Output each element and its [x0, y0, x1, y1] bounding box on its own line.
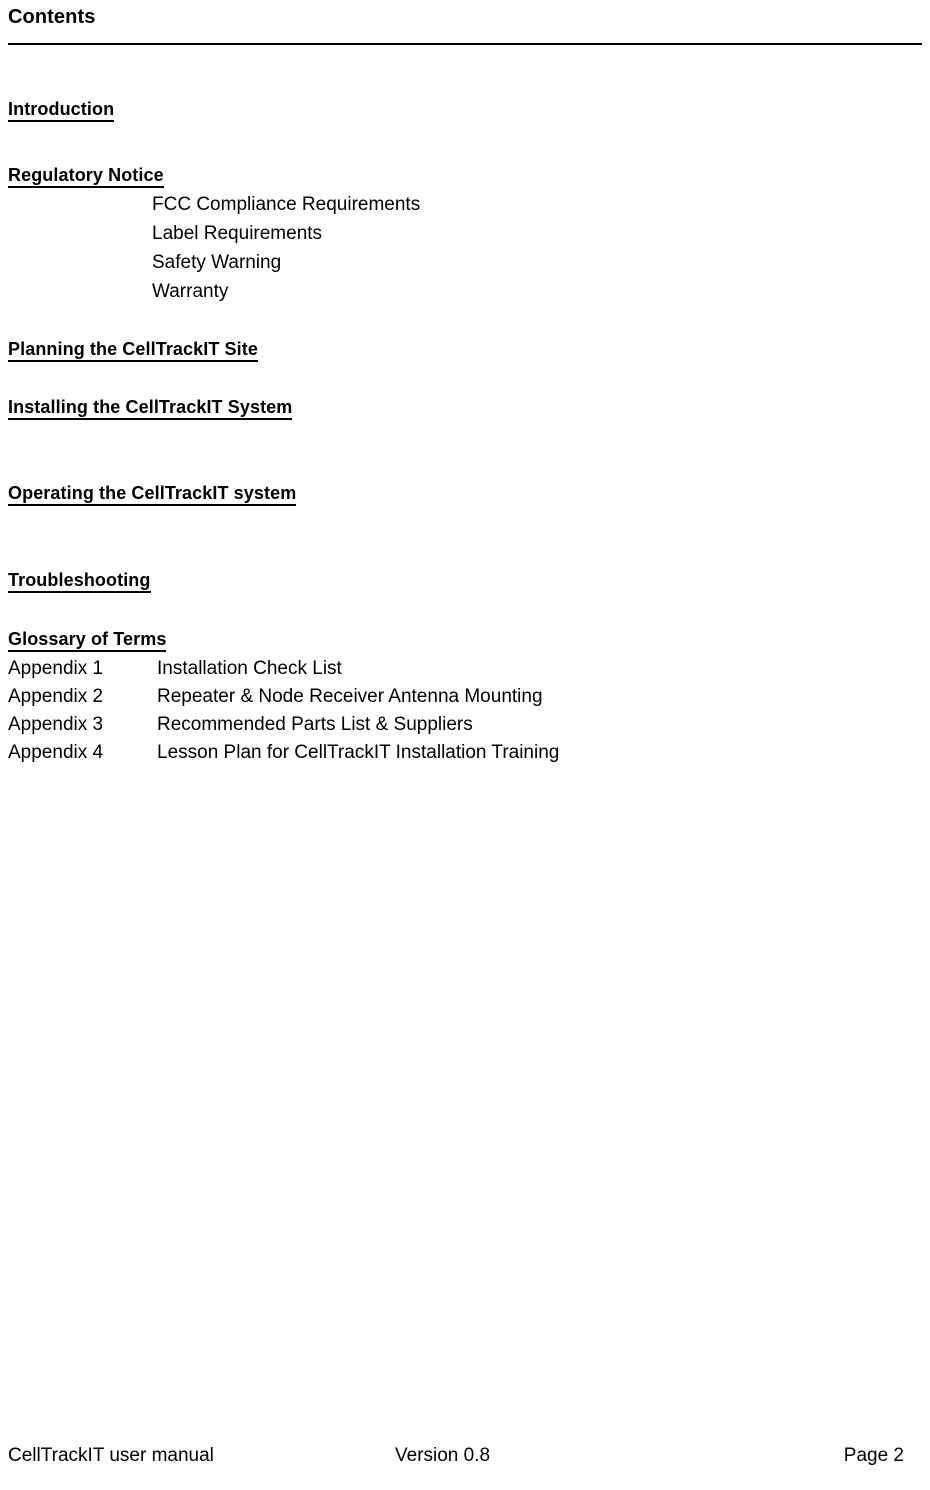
- document-page: Contents Introduction Regulatory Notice Pl…: [0, 0, 930, 1490]
- appendix-title: Recommended Parts List & Suppliers: [157, 714, 473, 735]
- footer-version: Version 0.8: [395, 1445, 491, 1466]
- toc-section-heading[interactable]: Installing the CellTrackIT System: [8, 396, 293, 420]
- page-title: Contents: [8, 6, 96, 28]
- toc-sub-item[interactable]: Warranty: [152, 280, 228, 304]
- toc-sub-item[interactable]: Label Requirements: [152, 222, 322, 246]
- toc-section-heading[interactable]: Operating the CellTrackIT system: [8, 482, 297, 506]
- page-footer: CellTrackIT user manual Version 0.8 Page…: [8, 1443, 922, 1469]
- footer-page-number: Page 2: [843, 1445, 904, 1466]
- footer-document-name: CellTrackIT user manual: [8, 1445, 214, 1466]
- toc-section-heading[interactable]: Regulatory Notice: [8, 164, 164, 188]
- toc-appendix-row[interactable]: Appendix 3 Recommended Parts List & Suppl…: [8, 713, 473, 737]
- toc-appendix-row[interactable]: Appendix 2 Repeater & Node Receiver Anten…: [8, 685, 543, 709]
- appendix-label: Appendix 3: [8, 714, 104, 735]
- appendix-label: Appendix 1: [8, 658, 104, 679]
- appendix-title: Lesson Plan for CellTrackIT Installation…: [157, 742, 560, 763]
- toc-appendix-row[interactable]: Appendix 4 Lesson Plan for CellTrackIT In…: [8, 741, 559, 765]
- toc-section-heading[interactable]: Planning the CellTrackIT Site: [8, 338, 258, 362]
- toc-sub-item[interactable]: FCC Compliance Requirements: [152, 193, 420, 217]
- appendix-title: Installation Check List: [157, 658, 342, 679]
- page-header: Contents: [8, 4, 922, 45]
- header-divider: [8, 43, 922, 45]
- appendix-label: Appendix 2: [8, 686, 104, 707]
- appendix-label: Appendix 4: [8, 742, 104, 763]
- appendix-title: Repeater & Node Receiver Antenna Mountin…: [157, 686, 543, 707]
- toc-section-heading[interactable]: Introduction: [8, 98, 115, 122]
- toc-section-heading[interactable]: Glossary of Terms: [8, 628, 167, 652]
- toc-section-heading[interactable]: Troubleshooting: [8, 569, 151, 593]
- toc-sub-item[interactable]: Safety Warning: [152, 251, 281, 275]
- toc-appendix-row[interactable]: Appendix 1 Installation Check List: [8, 657, 342, 681]
